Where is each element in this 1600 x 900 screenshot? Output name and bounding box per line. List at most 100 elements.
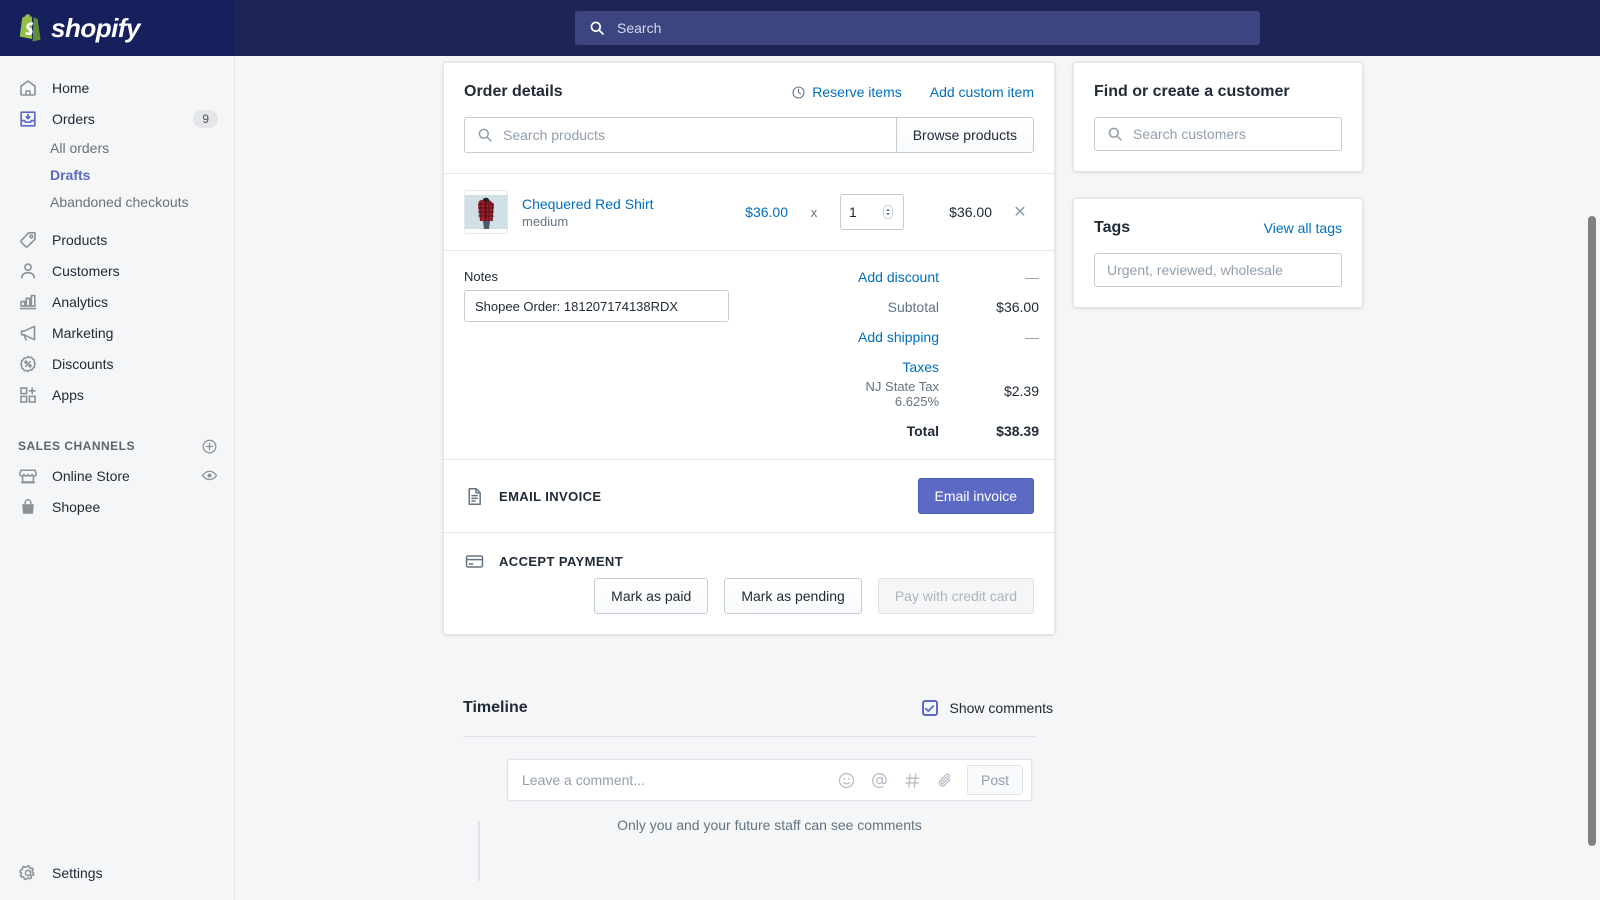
browse-products-button[interactable]: Browse products	[896, 117, 1034, 153]
sidebar-subitem-all-orders[interactable]: All orders	[0, 134, 234, 161]
brand-wordmark: shopify	[51, 13, 140, 44]
total-value: $38.39	[939, 423, 1039, 439]
shopping-bag-icon	[18, 497, 38, 517]
add-custom-item-button[interactable]: Add custom item	[930, 84, 1034, 100]
sidebar-item-settings[interactable]: Settings	[0, 857, 235, 888]
checkbox-icon[interactable]	[922, 700, 938, 716]
plus-circle-icon[interactable]	[201, 438, 218, 455]
line-item-variant: medium	[522, 214, 702, 229]
person-icon	[18, 261, 38, 281]
sidebar-subitem-label: All orders	[50, 140, 109, 156]
sidebar-item-customers[interactable]: Customers	[0, 255, 234, 286]
line-item-unit-price: $36.00	[716, 204, 788, 220]
sidebar-item-label: Discounts	[52, 356, 218, 372]
page-scrollbar[interactable]	[1588, 216, 1596, 846]
customer-search-input[interactable]: Search customers	[1094, 117, 1342, 151]
mark-as-pending-button[interactable]: Mark as pending	[724, 578, 862, 614]
search-icon	[1107, 126, 1123, 142]
sidebar-item-label: Home	[52, 80, 218, 96]
notes-input[interactable]: Shopee Order: 181207174138RDX	[464, 290, 729, 322]
mark-as-paid-button[interactable]: Mark as paid	[594, 578, 708, 614]
sidebar-item-online-store[interactable]: Online Store	[0, 460, 234, 491]
sidebar-subitem-drafts[interactable]: Drafts	[0, 161, 234, 188]
subtotal-label: Subtotal	[729, 299, 939, 315]
top-bar: shopify Search	[0, 0, 1600, 56]
reserve-items-button[interactable]: Reserve items	[791, 84, 901, 100]
emoji-icon[interactable]	[837, 771, 856, 790]
accept-payment-section: ACCEPT PAYMENT	[444, 533, 1054, 578]
hashtag-icon[interactable]	[903, 771, 922, 790]
sidebar-item-apps[interactable]: Apps	[0, 379, 234, 410]
product-search-placeholder: Search products	[503, 127, 605, 143]
sidebar-item-analytics[interactable]: Analytics	[0, 286, 234, 317]
line-item-product-link[interactable]: Chequered Red Shirt	[522, 196, 702, 212]
sales-channels-title: SALES CHANNELS	[18, 439, 135, 453]
tags-title: Tags	[1094, 219, 1130, 237]
stepper-arrows-icon[interactable]	[881, 202, 895, 222]
sidebar-subitem-label: Drafts	[50, 167, 90, 183]
post-comment-button[interactable]: Post	[967, 765, 1023, 795]
eye-icon[interactable]	[201, 467, 218, 484]
global-search-placeholder: Search	[617, 20, 661, 36]
customer-search-placeholder: Search customers	[1133, 126, 1246, 142]
sidebar-subitem-label: Abandoned checkouts	[50, 194, 189, 210]
totals-row-total: Total $38.39	[729, 423, 1039, 439]
add-shipping-link[interactable]: Add shipping	[729, 329, 939, 345]
add-discount-link[interactable]: Add discount	[729, 269, 939, 285]
browse-products-label: Browse products	[913, 127, 1017, 143]
email-invoice-label: EMAIL INVOICE	[499, 489, 904, 504]
pay-with-credit-card-button: Pay with credit card	[878, 578, 1034, 614]
notes-value: Shopee Order: 181207174138RDX	[475, 299, 678, 314]
orders-inbox-icon	[18, 109, 38, 129]
sidebar-item-label: Shopee	[52, 499, 218, 515]
notes-and-totals: Notes Shopee Order: 181207174138RDX Add …	[444, 251, 1054, 459]
accept-payment-label: ACCEPT PAYMENT	[499, 554, 1034, 569]
tax-rate: 6.625%	[729, 394, 939, 409]
sidebar-item-products[interactable]: Products	[0, 224, 234, 255]
find-customer-title: Find or create a customer	[1094, 83, 1342, 101]
view-all-tags-link[interactable]: View all tags	[1264, 220, 1342, 236]
sidebar: Home Orders 9 All orders Drafts Abandone…	[0, 56, 235, 900]
notes-label: Notes	[464, 269, 729, 284]
email-invoice-section: EMAIL INVOICE Email invoice	[444, 460, 1054, 532]
line-item-multiplier: x	[802, 205, 826, 220]
show-comments-label: Show comments	[950, 700, 1053, 716]
reserve-items-label: Reserve items	[812, 84, 901, 100]
sidebar-item-marketing[interactable]: Marketing	[0, 317, 234, 348]
timeline-divider	[463, 736, 1035, 737]
mention-at-icon[interactable]	[870, 771, 889, 790]
global-search-input[interactable]: Search	[575, 11, 1260, 45]
brand-home-link[interactable]: shopify	[0, 0, 235, 56]
sidebar-item-orders[interactable]: Orders 9	[0, 103, 234, 134]
timeline-privacy-note: Only you and your future staff can see c…	[507, 817, 1032, 833]
subtotal-value: $36.00	[939, 299, 1039, 315]
sidebar-item-label: Marketing	[52, 325, 218, 341]
sidebar-item-home[interactable]: Home	[0, 72, 234, 103]
comment-input[interactable]: Leave a comment...	[507, 759, 1032, 801]
total-label: Total	[729, 423, 939, 439]
sidebar-item-shopee[interactable]: Shopee	[0, 491, 234, 522]
tag-icon	[18, 230, 38, 250]
secondary-column: Find or create a customer Search custome…	[1073, 62, 1363, 308]
shipping-value: —	[939, 329, 1039, 345]
sidebar-item-label: Customers	[52, 263, 218, 279]
gear-icon	[18, 863, 38, 883]
sidebar-item-discounts[interactable]: Discounts	[0, 348, 234, 379]
show-comments-toggle[interactable]: Show comments	[922, 700, 1053, 716]
sidebar-subitem-abandoned-checkouts[interactable]: Abandoned checkouts	[0, 188, 234, 215]
document-icon	[464, 486, 485, 507]
shopify-admin-draft-order-page: shopify Search Home	[0, 0, 1600, 900]
close-icon[interactable]: ✕	[1006, 202, 1034, 222]
tax-amount: $2.39	[939, 359, 1039, 399]
apps-grid-plus-icon	[18, 385, 38, 405]
totals-row-shipping: Add shipping —	[729, 329, 1039, 345]
sidebar-item-label: Apps	[52, 387, 218, 403]
line-item-total: $36.00	[918, 204, 992, 220]
product-search-input[interactable]: Search products	[464, 117, 896, 153]
line-item-row: Chequered Red Shirt medium $36.00 x 1	[444, 174, 1054, 250]
tags-input[interactable]: Urgent, reviewed, wholesale	[1094, 253, 1342, 287]
email-invoice-button[interactable]: Email invoice	[918, 478, 1034, 514]
quantity-stepper[interactable]: 1	[840, 194, 904, 230]
taxes-link[interactable]: Taxes	[729, 359, 939, 375]
attachment-paperclip-icon[interactable]	[936, 771, 955, 790]
